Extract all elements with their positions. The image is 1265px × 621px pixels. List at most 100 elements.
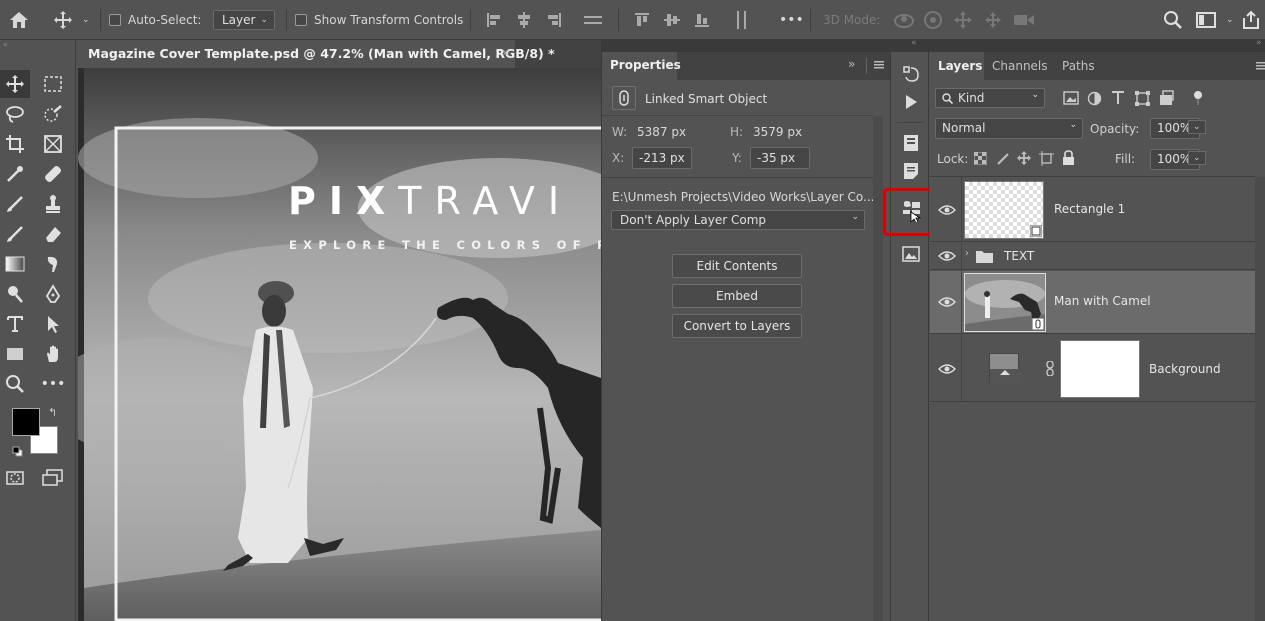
quick-selection-tool-button[interactable] bbox=[38, 100, 68, 128]
actions-play-icon[interactable] bbox=[900, 91, 922, 113]
home-icon[interactable] bbox=[8, 0, 30, 40]
layer-row-background[interactable]: Background bbox=[930, 335, 1255, 402]
align-vertical-centers-icon[interactable] bbox=[664, 0, 680, 40]
rectangle-tool-button[interactable] bbox=[0, 340, 30, 368]
layer-filter-kind-dropdown[interactable]: Kind ⌄ bbox=[935, 88, 1045, 108]
quick-mask-icon[interactable] bbox=[0, 464, 30, 492]
link-chain-icon[interactable] bbox=[1046, 361, 1054, 376]
tab-channels[interactable]: Channels bbox=[984, 52, 1056, 80]
lock-position-icon[interactable] bbox=[1016, 150, 1032, 166]
x-position-input[interactable]: -213 px bbox=[632, 147, 692, 169]
tab-properties[interactable]: Properties bbox=[602, 52, 681, 80]
screen-mode-icon[interactable] bbox=[38, 464, 68, 492]
move-tool-icon[interactable] bbox=[53, 0, 73, 40]
expand-arrows-icon[interactable]: » bbox=[1256, 38, 1262, 48]
brush-tool-button[interactable] bbox=[0, 190, 30, 218]
filter-adjustment-icon[interactable] bbox=[1087, 91, 1102, 106]
filter-pixel-icon[interactable] bbox=[1063, 91, 1079, 105]
lock-image-pixels-icon[interactable] bbox=[996, 151, 1011, 166]
canvas-area[interactable]: PIXTRAVI EXPLORE THE COLORS OF RAJA bbox=[78, 68, 601, 621]
edit-toolbar-more-icon[interactable]: ••• bbox=[38, 370, 68, 398]
layer-comps-panel-icon[interactable] bbox=[900, 200, 922, 222]
visibility-eye-icon[interactable] bbox=[938, 363, 956, 375]
panel-menu-icon[interactable] bbox=[874, 61, 884, 69]
swap-colors-icon[interactable]: ↰ bbox=[48, 406, 57, 419]
share-icon[interactable] bbox=[1241, 0, 1261, 40]
show-transform-checkbox[interactable]: Show Transform Controls bbox=[295, 0, 463, 40]
pen-tool-button[interactable] bbox=[38, 280, 68, 308]
visibility-eye-icon[interactable] bbox=[938, 296, 956, 308]
align-bottom-edges-icon[interactable] bbox=[694, 0, 710, 40]
auto-select-checkbox[interactable]: Auto-Select: bbox=[109, 0, 201, 40]
clone-stamp-tool-button[interactable] bbox=[38, 190, 68, 218]
3d-slide-icon[interactable] bbox=[983, 0, 1003, 40]
layer-comp-dropdown[interactable]: Don't Apply Layer Comp ⌄ bbox=[611, 210, 865, 230]
zoom-tool-button[interactable] bbox=[0, 370, 30, 398]
layer-mask-thumbnail[interactable] bbox=[1060, 340, 1140, 398]
eraser-tool-button[interactable] bbox=[38, 220, 68, 248]
dodge-tool-button[interactable] bbox=[0, 280, 30, 308]
3d-pan-icon[interactable] bbox=[953, 0, 973, 40]
lock-transparent-pixels-icon[interactable] bbox=[974, 152, 987, 165]
gradient-tool-button[interactable] bbox=[0, 250, 30, 278]
filter-toggle-icon[interactable] bbox=[1193, 90, 1203, 106]
panel-menu-icon[interactable] bbox=[1256, 62, 1265, 70]
eyedropper-tool-button[interactable] bbox=[0, 160, 30, 188]
marquee-tool-button[interactable] bbox=[38, 70, 68, 98]
filter-type-icon[interactable] bbox=[1111, 90, 1125, 105]
document-tab-title[interactable]: Magazine Cover Template.psd @ 47.2% (Man… bbox=[88, 46, 555, 61]
workspace-icon[interactable] bbox=[1196, 0, 1216, 40]
blend-mode-dropdown[interactable]: Normal ⌄ bbox=[935, 118, 1083, 139]
align-top-edges-icon[interactable] bbox=[634, 0, 650, 40]
distribute-horizontal-icon[interactable] bbox=[584, 0, 602, 40]
edit-contents-button[interactable]: Edit Contents bbox=[672, 254, 802, 278]
layer-row-rectangle-1[interactable]: Rectangle 1 bbox=[930, 177, 1255, 242]
collapse-arrows-icon[interactable]: « bbox=[0, 40, 76, 52]
align-horizontal-centers-icon[interactable] bbox=[516, 0, 532, 40]
image-panel-icon[interactable] bbox=[900, 243, 922, 265]
3d-roll-icon[interactable] bbox=[923, 0, 943, 40]
default-colors-icon[interactable] bbox=[12, 446, 23, 457]
visibility-eye-icon[interactable] bbox=[938, 204, 956, 216]
lasso-tool-button[interactable] bbox=[0, 100, 30, 128]
align-right-edges-icon[interactable] bbox=[546, 0, 562, 40]
lock-artboard-icon[interactable] bbox=[1039, 151, 1054, 166]
y-position-input[interactable]: -35 px bbox=[750, 147, 810, 169]
layer-row-man-with-camel[interactable]: Man with Camel bbox=[930, 271, 1255, 334]
tab-paths[interactable]: Paths bbox=[1054, 52, 1103, 80]
lock-all-icon[interactable] bbox=[1062, 150, 1075, 165]
properties-scrollbar[interactable] bbox=[873, 116, 883, 621]
filter-shape-icon[interactable] bbox=[1135, 91, 1150, 106]
frame-tool-button[interactable] bbox=[38, 130, 68, 158]
distribute-vertical-icon[interactable] bbox=[734, 0, 750, 40]
align-left-edges-icon[interactable] bbox=[486, 0, 502, 40]
expand-group-chevron-icon[interactable]: › bbox=[965, 248, 969, 259]
3d-orbit-icon[interactable] bbox=[893, 0, 915, 40]
search-icon[interactable] bbox=[1163, 0, 1183, 40]
visibility-eye-icon[interactable] bbox=[938, 250, 956, 262]
hand-tool-button[interactable] bbox=[38, 340, 68, 368]
smudge-tool-button[interactable] bbox=[38, 250, 68, 278]
more-options-button[interactable]: ••• bbox=[779, 0, 804, 40]
tool-preset-chevron-down-icon[interactable]: ⌄ bbox=[82, 0, 90, 40]
opacity-chevron-down-icon[interactable]: ⌄ bbox=[1188, 120, 1206, 134]
auto-select-target-dropdown[interactable]: Layer ⌄ bbox=[213, 10, 275, 30]
type-tool-button[interactable] bbox=[0, 310, 30, 338]
panel-collapse-icon[interactable]: » bbox=[848, 57, 855, 71]
filter-smart-object-icon[interactable] bbox=[1159, 90, 1174, 106]
layer-row-text-group[interactable]: › TEXT bbox=[930, 243, 1255, 270]
fill-chevron-down-icon[interactable]: ⌄ bbox=[1188, 151, 1206, 165]
crop-tool-button[interactable] bbox=[0, 130, 30, 158]
workspace-chevron-down-icon[interactable]: ⌄ bbox=[1226, 0, 1234, 40]
collapse-arrows-icon[interactable]: « bbox=[911, 38, 917, 48]
libraries-panel-icon[interactable] bbox=[900, 132, 922, 154]
history-panel-icon[interactable] bbox=[900, 63, 922, 85]
move-tool-button[interactable] bbox=[0, 70, 30, 98]
embed-button[interactable]: Embed bbox=[672, 284, 802, 308]
close-document-icon[interactable]: × bbox=[501, 46, 510, 59]
layers-scrollbar[interactable] bbox=[1255, 177, 1265, 621]
3d-camera-icon[interactable] bbox=[1013, 0, 1035, 40]
show-transform-checkbox-box[interactable] bbox=[295, 14, 307, 26]
auto-select-checkbox-box[interactable] bbox=[109, 14, 121, 26]
tab-layers[interactable]: Layers bbox=[930, 52, 984, 80]
